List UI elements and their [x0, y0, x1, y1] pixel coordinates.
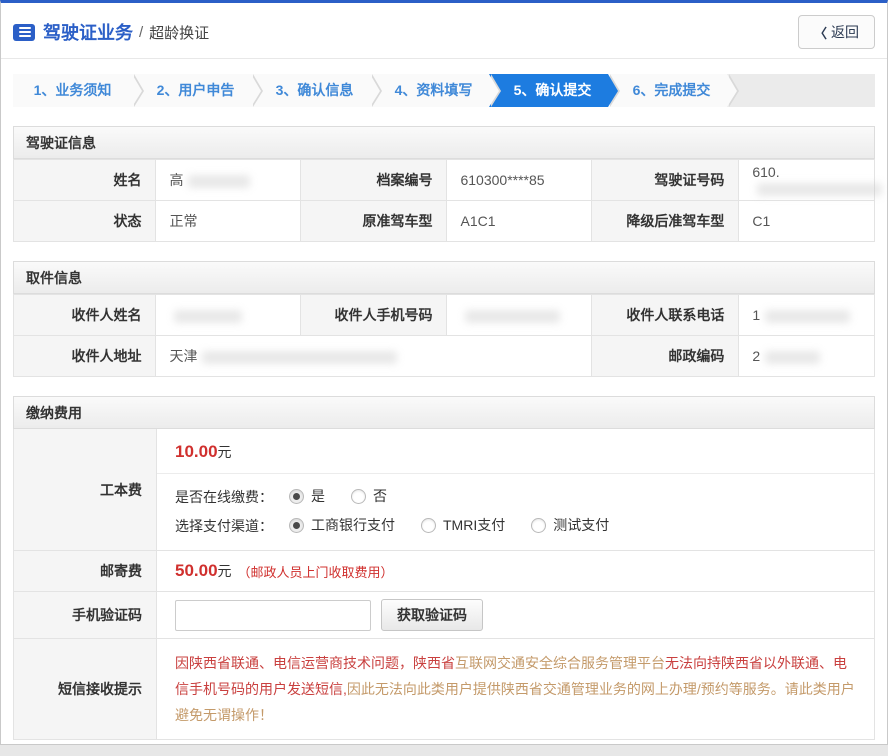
pay-channel-question-row: 选择支付渠道： 工商银行支付 TMRI支付 测试支付	[175, 511, 874, 540]
redacted-value	[465, 310, 560, 323]
online-pay-question: 是否在线缴费：	[175, 487, 273, 507]
section-license-info: 驾驶证信息 姓名高档案编号610300****85驾驶证号码610.状态正常原准…	[13, 126, 875, 242]
online-pay-options: 是否	[289, 486, 413, 507]
field-label: 工本费	[14, 429, 157, 550]
radio-label: 测试支付	[553, 515, 609, 535]
license-info-table: 姓名高档案编号610300****85驾驶证号码610.状态正常原准驾车型A1C…	[13, 159, 875, 242]
field-label: 驾驶证号码	[592, 160, 739, 201]
field-label: 收件人地址	[14, 336, 156, 377]
table-row: 状态正常原准驾车型A1C1降级后准驾车型C1	[14, 201, 875, 242]
redacted-value	[757, 183, 882, 196]
field-label: 收件人姓名	[14, 295, 156, 336]
field-value: A1C1	[447, 201, 592, 242]
section-title: 取件信息	[13, 261, 875, 294]
field-value: 2	[739, 336, 875, 377]
radio-circle-icon	[351, 489, 366, 504]
radio-option-否[interactable]: 否	[351, 486, 387, 506]
field-label: 状态	[14, 201, 156, 242]
field-value: 1	[739, 295, 875, 336]
back-button[interactable]: 〈 返回	[798, 15, 875, 49]
field-label: 短信接收提示	[14, 639, 157, 739]
sms-tip-segment: 因陕西省联通、电信运营商技术问题，陕西省	[175, 655, 455, 671]
sms-tip-text: 因陕西省联通、电信运营商技术问题，陕西省互联网交通安全综合服务管理平台无法向持陕…	[157, 639, 874, 739]
field-label: 收件人手机号码	[301, 295, 447, 336]
fee-amount-line: 10.00元	[157, 429, 874, 474]
mail-fee-note: （邮政人员上门收取费用）	[238, 562, 394, 581]
sms-code-row: 手机验证码 获取验证码	[13, 592, 875, 639]
redacted-value	[188, 175, 250, 188]
main-window: 驾驶证业务 / 超龄换证 〈 返回 1、业务须知2、用户申告3、确认信息4、资料…	[0, 0, 888, 745]
redacted-value	[765, 351, 820, 364]
pickup-info-table: 收件人姓名收件人手机号码收件人联系电话1收件人地址天津邮政编码2	[13, 294, 875, 377]
pay-channel-question: 选择支付渠道：	[175, 516, 273, 536]
field-label: 收件人联系电话	[592, 295, 739, 336]
field-value	[447, 295, 592, 336]
field-value	[156, 295, 301, 336]
get-code-button[interactable]: 获取验证码	[381, 599, 483, 631]
field-value: C1	[739, 201, 875, 242]
field-value: 610.	[739, 160, 875, 201]
mail-fee-row: 邮寄费 50.00元 （邮政人员上门收取费用）	[13, 551, 875, 592]
radio-option-工商银行支付[interactable]: 工商银行支付	[289, 515, 395, 535]
back-button-label: 返回	[831, 22, 859, 42]
section-pickup-info: 取件信息 收件人姓名收件人手机号码收件人联系电话1收件人地址天津邮政编码2	[13, 261, 875, 377]
radio-circle-icon	[531, 518, 546, 533]
section-payment: 缴纳费用 工本费 10.00元 是否在线缴费： 是否 选择支付渠道： 工商银行支…	[13, 396, 875, 740]
step-5: 5、确认提交	[489, 74, 608, 107]
step-3: 3、确认信息	[251, 74, 370, 107]
license-business-icon	[13, 24, 35, 41]
redacted-value	[202, 351, 397, 364]
radio-option-是[interactable]: 是	[289, 486, 325, 506]
breadcrumb-current: 超龄换证	[149, 22, 209, 43]
step-6: 6、完成提交	[608, 74, 727, 107]
field-value: 正常	[156, 201, 301, 242]
field-label: 姓名	[14, 160, 156, 201]
step-bar-filler	[727, 74, 875, 107]
sms-code-input[interactable]	[175, 600, 371, 631]
sms-tip-row: 短信接收提示 因陕西省联通、电信运营商技术问题，陕西省互联网交通安全综合服务管理…	[13, 639, 875, 740]
sms-tip-segment: 互联网交通安全综合服务管理平台	[455, 655, 665, 671]
radio-option-测试支付[interactable]: 测试支付	[531, 515, 609, 535]
header-divider	[1, 58, 887, 59]
section-title: 驾驶证信息	[13, 126, 875, 159]
step-2: 2、用户申告	[132, 74, 251, 107]
radio-label: TMRI支付	[443, 515, 505, 535]
field-value: 高	[156, 160, 301, 201]
radio-label: 否	[373, 486, 387, 506]
table-row: 收件人姓名 收件人手机号码 收件人联系电话1	[14, 295, 875, 336]
pay-channel-options: 工商银行支付 TMRI支付 测试支付	[289, 515, 635, 536]
redacted-value	[174, 310, 242, 323]
field-label: 手机验证码	[14, 592, 157, 638]
mail-fee-amount: 50.00	[175, 561, 218, 581]
fee-amount: 10.00	[175, 442, 218, 461]
breadcrumb-separator: /	[139, 24, 143, 41]
back-chevron-icon: 〈	[814, 23, 827, 42]
step-bar: 1、业务须知2、用户申告3、确认信息4、资料填写5、确认提交6、完成提交	[13, 74, 875, 107]
field-label: 降级后准驾车型	[592, 201, 739, 242]
step-1: 1、业务须知	[13, 74, 132, 107]
field-label: 原准驾车型	[301, 201, 447, 242]
fee-unit: 元	[218, 444, 232, 460]
field-value: 天津	[156, 336, 592, 377]
online-pay-question-row: 是否在线缴费： 是否	[175, 482, 874, 511]
field-label: 邮政编码	[592, 336, 739, 377]
radio-label: 是	[311, 486, 325, 506]
section-title: 缴纳费用	[13, 396, 875, 429]
field-label: 邮寄费	[14, 551, 157, 591]
field-value: 610300****85	[447, 160, 592, 201]
table-row: 收件人地址天津邮政编码2	[14, 336, 875, 377]
mail-fee-unit: 元	[218, 561, 232, 581]
radio-label: 工商银行支付	[311, 515, 395, 535]
radio-circle-icon	[289, 518, 304, 533]
page-title: 驾驶证业务	[43, 19, 133, 45]
field-label: 档案编号	[301, 160, 447, 201]
header: 驾驶证业务 / 超龄换证 〈 返回	[1, 3, 887, 58]
radio-circle-icon	[421, 518, 436, 533]
radio-option-TMRI支付[interactable]: TMRI支付	[421, 515, 505, 535]
table-row: 姓名高档案编号610300****85驾驶证号码610.	[14, 160, 875, 201]
step-4: 4、资料填写	[370, 74, 489, 107]
redacted-value	[765, 310, 850, 323]
radio-circle-icon	[289, 489, 304, 504]
fee-row: 工本费 10.00元 是否在线缴费： 是否 选择支付渠道： 工商银行支付TMRI…	[13, 429, 875, 551]
